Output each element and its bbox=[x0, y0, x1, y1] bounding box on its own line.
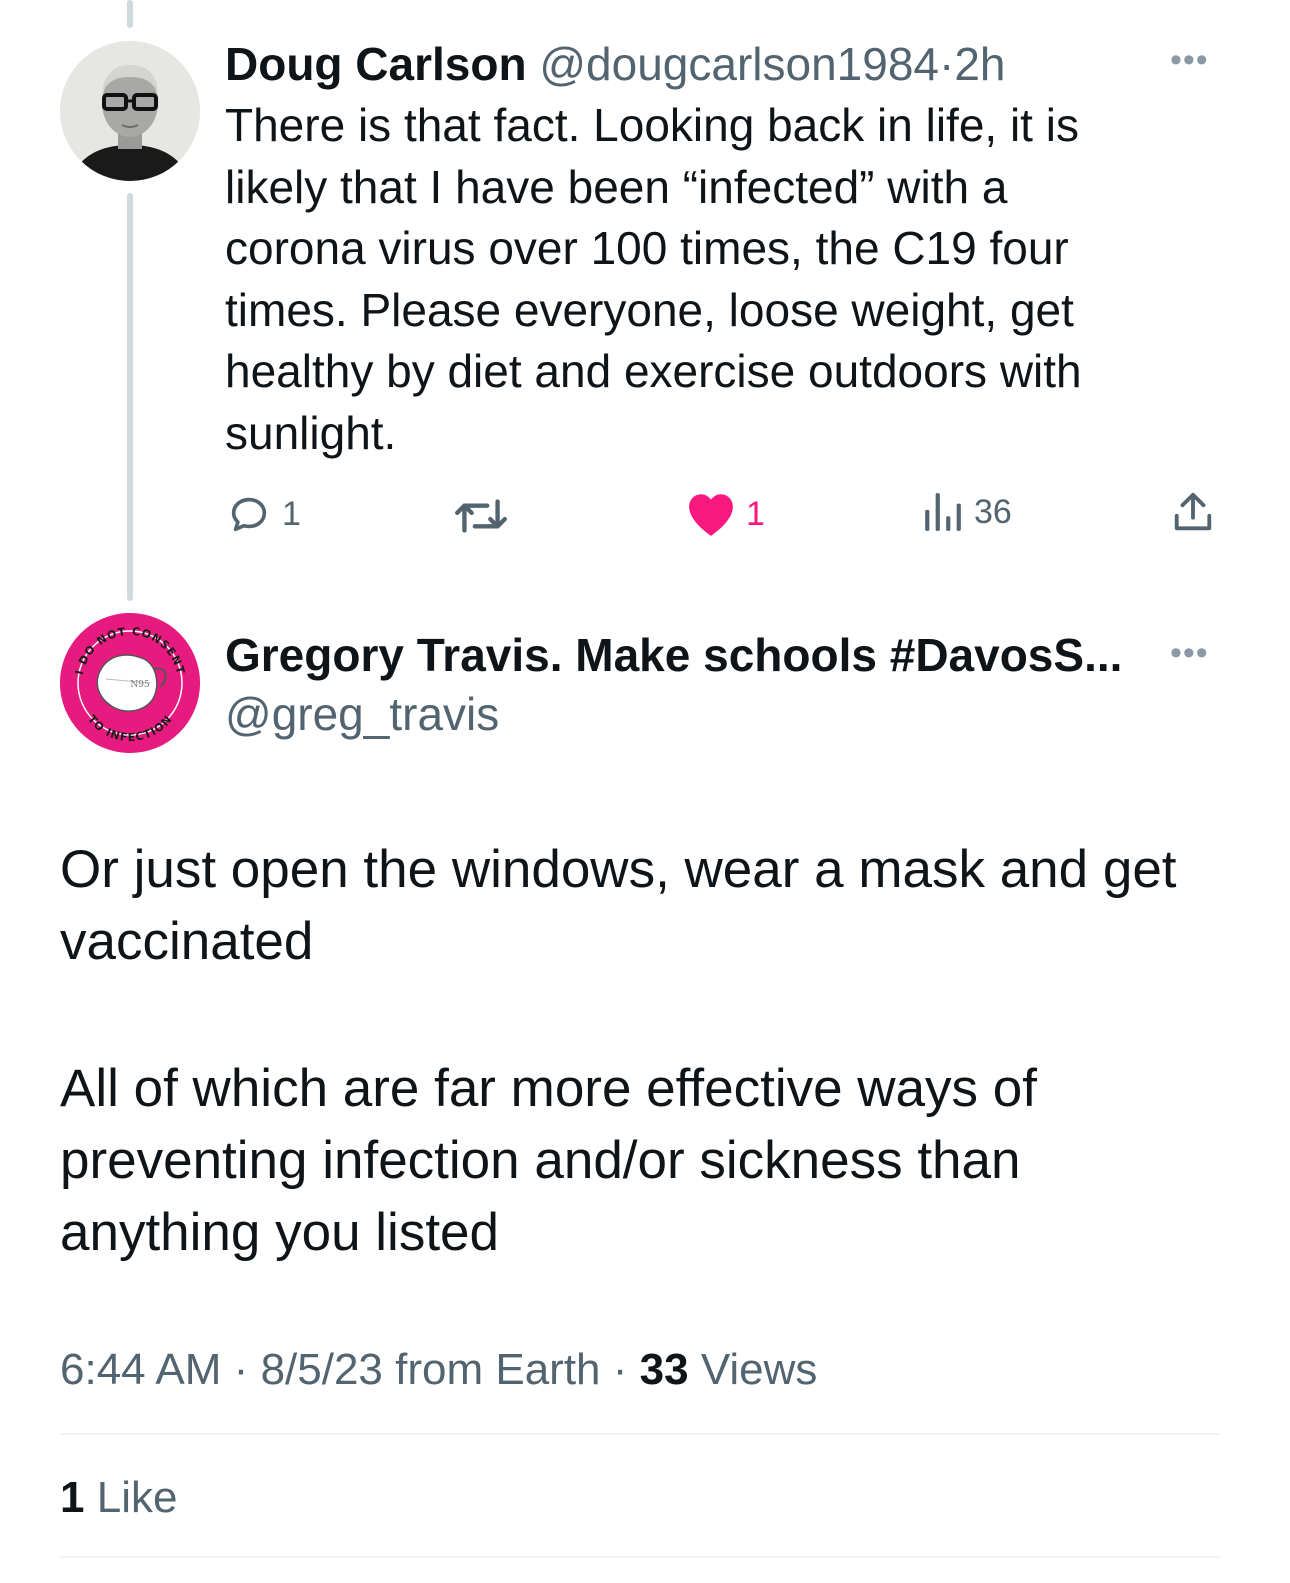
author-name[interactable]: Doug Carlson bbox=[225, 38, 527, 90]
tweet-text-line: corona virus over 100 times, the C19 fou… bbox=[225, 222, 1069, 274]
focused-tweet-header: Gregory Travis. Make schools #DavosS... … bbox=[225, 627, 1225, 745]
svg-text:N95: N95 bbox=[130, 680, 150, 690]
tweet-text-line: healthy by diet and exercise outdoors wi… bbox=[225, 345, 1082, 397]
tweet-doug-carlson[interactable]: Doug Carlson @dougcarlson1984·2h There i… bbox=[225, 36, 1185, 464]
tweet-text-line: sunlight. bbox=[225, 406, 397, 459]
views-count: 36 bbox=[974, 492, 1012, 531]
tweet-meta: 6:44 AM · 8/5/23 from Earth · 33 Views bbox=[60, 1342, 817, 1398]
meta-separator: · bbox=[612, 1345, 628, 1394]
reply-count: 1 bbox=[282, 494, 301, 533]
reply-button[interactable]: 1 bbox=[226, 491, 301, 537]
tweet-paragraph: Or just open the windows, wear a mask an… bbox=[60, 834, 1240, 978]
tweet-timestamp[interactable]: 6:44 AM bbox=[60, 1345, 221, 1394]
views-label: Views bbox=[700, 1345, 818, 1394]
header-separator: · bbox=[939, 38, 955, 90]
share-button[interactable] bbox=[1170, 489, 1216, 535]
tweet-text-line: times. Please everyone, loose weight, ge… bbox=[225, 283, 1074, 336]
avatar-photo bbox=[60, 41, 200, 181]
tweet-actions: 1 1 36 bbox=[0, 485, 1290, 545]
more-icon[interactable]: ••• bbox=[1170, 636, 1209, 670]
views-button[interactable]: 36 bbox=[922, 491, 1012, 533]
share-icon bbox=[1174, 492, 1212, 531]
tweet-text-line: likely that I have been “infected” with … bbox=[225, 160, 1008, 213]
tweet-text-line: There is that fact. Looking back in life… bbox=[225, 99, 1079, 151]
thread-line-top bbox=[127, 0, 133, 28]
divider bbox=[60, 1556, 1220, 1558]
meta-separator: · bbox=[233, 1345, 249, 1394]
author-name[interactable]: Gregory Travis. Make schools #DavosS... bbox=[225, 627, 1225, 683]
tweet-text-line: All of which are far more effective ways… bbox=[60, 1059, 1037, 1118]
views-icon bbox=[925, 493, 961, 531]
author-handle[interactable]: @dougcarlson1984 bbox=[539, 38, 939, 90]
tweet-text-line: vaccinated bbox=[60, 912, 314, 971]
like-button[interactable]: 1 bbox=[686, 491, 765, 537]
reply-icon bbox=[231, 497, 267, 532]
likes-label: Like bbox=[96, 1473, 178, 1522]
likes-summary[interactable]: 1 Like bbox=[60, 1470, 177, 1526]
tweet-text-line: Or just open the windows, wear a mask an… bbox=[60, 840, 1177, 899]
likes-count: 1 bbox=[60, 1473, 85, 1522]
tweet-text: There is that fact. Looking back in life… bbox=[225, 95, 1185, 464]
retweet-icon bbox=[455, 499, 507, 533]
author-handle[interactable]: @greg_travis bbox=[225, 683, 1225, 745]
tweet-paragraph: All of which are far more effective ways… bbox=[60, 1053, 1240, 1269]
retweet-button[interactable] bbox=[452, 495, 520, 537]
avatar-gregory-travis[interactable]: I DO NOT CONSENT TO INFECTION N95 bbox=[60, 613, 200, 753]
tweet-header: Doug Carlson @dougcarlson1984·2h bbox=[225, 36, 1185, 92]
tweet-time[interactable]: 2h bbox=[954, 38, 1005, 90]
views-count: 33 bbox=[639, 1345, 689, 1394]
more-icon[interactable]: ••• bbox=[1170, 43, 1209, 77]
tweet-date-source[interactable]: 8/5/23 from Earth bbox=[261, 1345, 601, 1394]
avatar-badge: I DO NOT CONSENT TO INFECTION N95 bbox=[60, 613, 200, 753]
like-count: 1 bbox=[746, 494, 765, 533]
tweet-text-line: preventing infection and/or sickness tha… bbox=[60, 1131, 1021, 1190]
focused-tweet-text: Or just open the windows, wear a mask an… bbox=[60, 834, 1240, 1269]
divider bbox=[60, 1433, 1220, 1435]
avatar-doug-carlson[interactable] bbox=[60, 41, 200, 181]
tweet-text-line: anything you listed bbox=[60, 1203, 500, 1262]
like-icon bbox=[689, 494, 733, 536]
